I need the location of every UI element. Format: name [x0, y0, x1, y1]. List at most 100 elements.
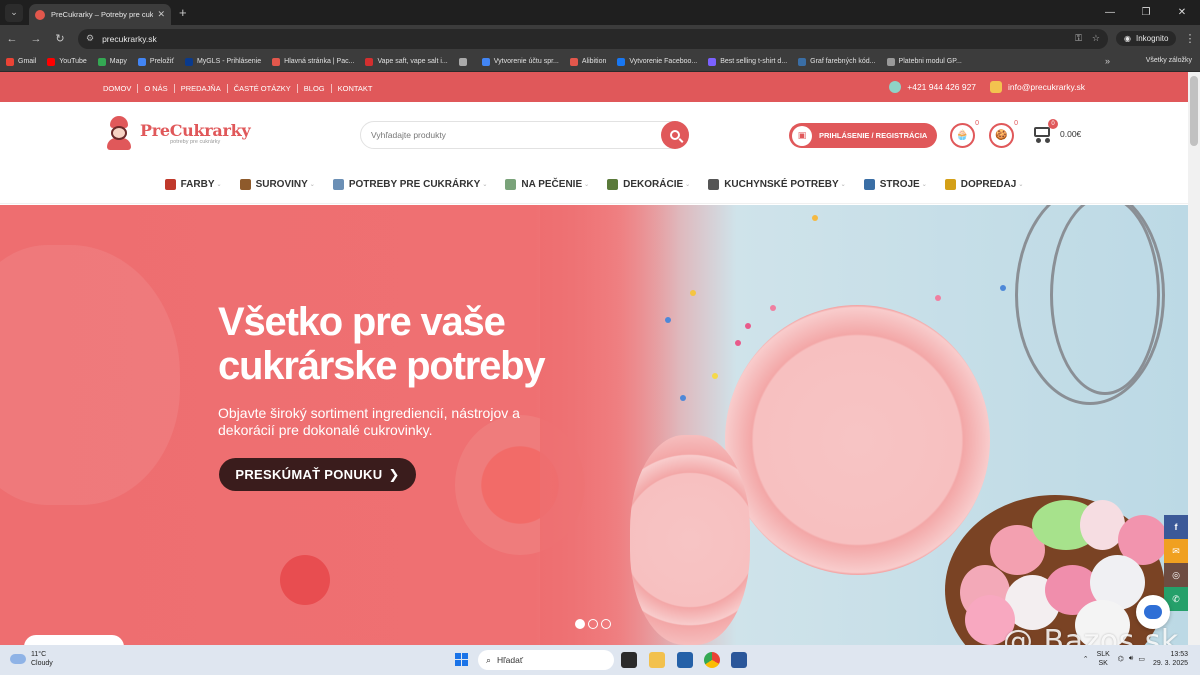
category-label: FARBY [180, 179, 215, 190]
weather-widget[interactable]: 11°C Cloudy [10, 650, 53, 668]
address-bar[interactable]: ⚙ precukrarky.sk ⚿ ☆ [78, 28, 1108, 49]
sprinkle [680, 395, 686, 401]
email-icon[interactable]: ✉ [1164, 539, 1188, 563]
sprinkle [770, 305, 776, 311]
category-item[interactable]: FARBY ⌄ [164, 179, 222, 190]
more-bookmarks-icon[interactable]: » [1105, 56, 1110, 66]
close-window-icon[interactable]: ✕ [1164, 0, 1200, 25]
phone-contact[interactable]: +421 944 426 927 [889, 81, 976, 93]
restore-icon[interactable]: ❐ [1128, 0, 1164, 25]
scrollbar-thumb[interactable] [1190, 76, 1198, 146]
category-item[interactable]: KUCHYNSKÉ POTREBY ⌄ [708, 179, 846, 190]
lang-code: SLK [1096, 651, 1110, 658]
bookmark-item[interactable]: Graf farebných kód... [798, 57, 876, 66]
browser-tab[interactable]: PreCukrarky – Potreby pre cukrá ✕ [29, 4, 171, 25]
tray-chevron-icon[interactable]: ⌃ [1083, 655, 1089, 663]
email-contact[interactable]: info@precukrarky.sk [990, 81, 1085, 93]
bookmark-item[interactable]: Hlavná stránka | Pac... [272, 57, 354, 66]
category-label: NA PEČENIE [521, 179, 583, 190]
category-item[interactable]: SUROVINY ⌄ [239, 179, 315, 190]
all-bookmarks-folder[interactable]: Všetky záložky [1146, 57, 1192, 64]
chrome-icon[interactable] [704, 652, 720, 668]
login-register-button[interactable]: ▣ PRIHLÁSENIE / REGISTRÁCIA [789, 123, 937, 148]
store-icon[interactable] [677, 652, 693, 668]
slider-dot[interactable] [601, 619, 611, 629]
category-item[interactable]: NA PEČENIE ⌄ [505, 179, 589, 190]
slider-dot[interactable] [588, 619, 598, 629]
bookmark-item[interactable]: Vape saft, vape salt i... [365, 57, 448, 66]
bookmark-item[interactable]: Gmail [6, 57, 36, 66]
bookmark-item[interactable]: Vytvorenie účtu spr... [481, 57, 559, 66]
category-item[interactable]: DOPREDAJ ⌄ [944, 179, 1023, 190]
topnav-link[interactable]: BLOG [297, 84, 332, 93]
browser-menu-icon[interactable]: ⋮ [1184, 32, 1195, 45]
wishlist-button[interactable]: 🧁 0 [950, 120, 979, 148]
category-icon [332, 179, 344, 190]
site-info-icon[interactable]: ⚙ [86, 33, 94, 44]
category-label: POTREBY PRE CUKRÁRKY [348, 179, 481, 190]
minimize-icon[interactable]: — [1092, 0, 1128, 25]
forward-icon[interactable]: → [24, 33, 48, 45]
topnav-link[interactable]: ČASTÉ OTÁZKY [227, 84, 298, 93]
explore-offer-button[interactable]: PRESKÚMAŤ PONUKU ❯ [219, 458, 416, 491]
page-scrollbar[interactable] [1188, 72, 1200, 645]
bookmark-item[interactable] [458, 57, 471, 66]
sprinkle [745, 323, 751, 329]
bookmark-favicon-icon [137, 57, 146, 66]
language-indicator[interactable]: SLK SK [1097, 650, 1110, 668]
site-logo[interactable]: PreCukrarky potreby pre cukrárky [104, 116, 251, 150]
slider-dot[interactable] [575, 619, 585, 629]
user-icon: ▣ [792, 125, 812, 146]
new-tab-button[interactable]: + [179, 5, 187, 20]
bookmark-item[interactable]: Vytvorenie Faceboo... [617, 57, 697, 66]
network-icon[interactable]: ⌬ [1118, 655, 1124, 663]
slider-pagination [575, 619, 614, 629]
file-explorer-icon[interactable] [649, 652, 665, 668]
social-sidebar: f ✉ ◎ ✆ [1164, 515, 1188, 611]
bookmark-item[interactable]: MyGLS - Prihlásenie [184, 57, 261, 66]
search-button[interactable] [661, 121, 689, 149]
clock[interactable]: 13:53 29. 3. 2025 [1153, 650, 1188, 668]
compare-button[interactable]: 🍪 0 [989, 120, 1018, 148]
reload-icon[interactable]: ↻ [48, 32, 72, 45]
cart-button[interactable]: 0 0.00€ [1030, 119, 1081, 143]
topnav-link[interactable]: KONTAKT [332, 84, 379, 93]
topnav-link[interactable]: PREDAJŇA [174, 84, 228, 93]
instagram-icon[interactable]: ◎ [1164, 563, 1188, 587]
volume-icon[interactable]: 🔊︎ [1129, 655, 1133, 663]
bookmark-favicon-icon [569, 57, 578, 66]
category-item[interactable]: DEKORÁCIE ⌄ [607, 179, 690, 190]
windows-start-icon[interactable] [455, 653, 468, 666]
taskbar-search[interactable]: ⌕ Hľadať [478, 650, 614, 670]
incognito-indicator[interactable]: ◉ Inkognito [1116, 31, 1177, 46]
word-icon[interactable] [731, 652, 747, 668]
bookmark-item[interactable]: Mapy [97, 57, 127, 66]
topnav-link[interactable]: O NÁS [138, 84, 175, 93]
password-key-icon[interactable]: ⚿ [1075, 33, 1082, 44]
bookmark-item[interactable]: YouTube [47, 57, 87, 66]
tab-close-icon[interactable]: ✕ [157, 9, 165, 20]
site-header: PreCukrarky potreby pre cukrárky ▣ PRIHL… [0, 102, 1188, 166]
hero-title: Všetko pre vaše cukrárske potreby [218, 300, 546, 388]
category-item[interactable]: STROJE ⌄ [863, 179, 927, 190]
back-icon[interactable]: ← [0, 33, 24, 45]
bookmark-item[interactable]: Preložiť [137, 57, 174, 66]
cookie-notice-tab[interactable] [24, 635, 124, 645]
topnav-link[interactable]: DOMOV [103, 84, 139, 93]
chevron-down-icon: ⌄ [482, 182, 488, 188]
webpage: DOMOV O NÁS PREDAJŇA ČASTÉ OTÁZKY BLOG KONTAK… [0, 72, 1188, 645]
bookmark-star-icon[interactable]: ☆ [1092, 33, 1100, 44]
search-input[interactable] [371, 130, 661, 140]
battery-icon[interactable]: ▭ [1138, 655, 1145, 663]
sprinkle [665, 317, 671, 323]
facebook-icon[interactable]: f [1164, 515, 1188, 539]
chevron-right-icon: ❯ [388, 466, 400, 482]
bookmark-item[interactable]: Platebni modul GP... [886, 57, 962, 66]
category-label: SUROVINY [255, 179, 308, 190]
tab-search-button[interactable]: ⌄ [5, 3, 23, 22]
task-view-icon[interactable] [621, 652, 637, 668]
product-search [360, 121, 689, 149]
bookmark-item[interactable]: Best selling t-shirt d... [708, 57, 787, 66]
category-item[interactable]: POTREBY PRE CUKRÁRKY ⌄ [332, 179, 488, 190]
bookmark-item[interactable]: Alibition [569, 57, 606, 66]
